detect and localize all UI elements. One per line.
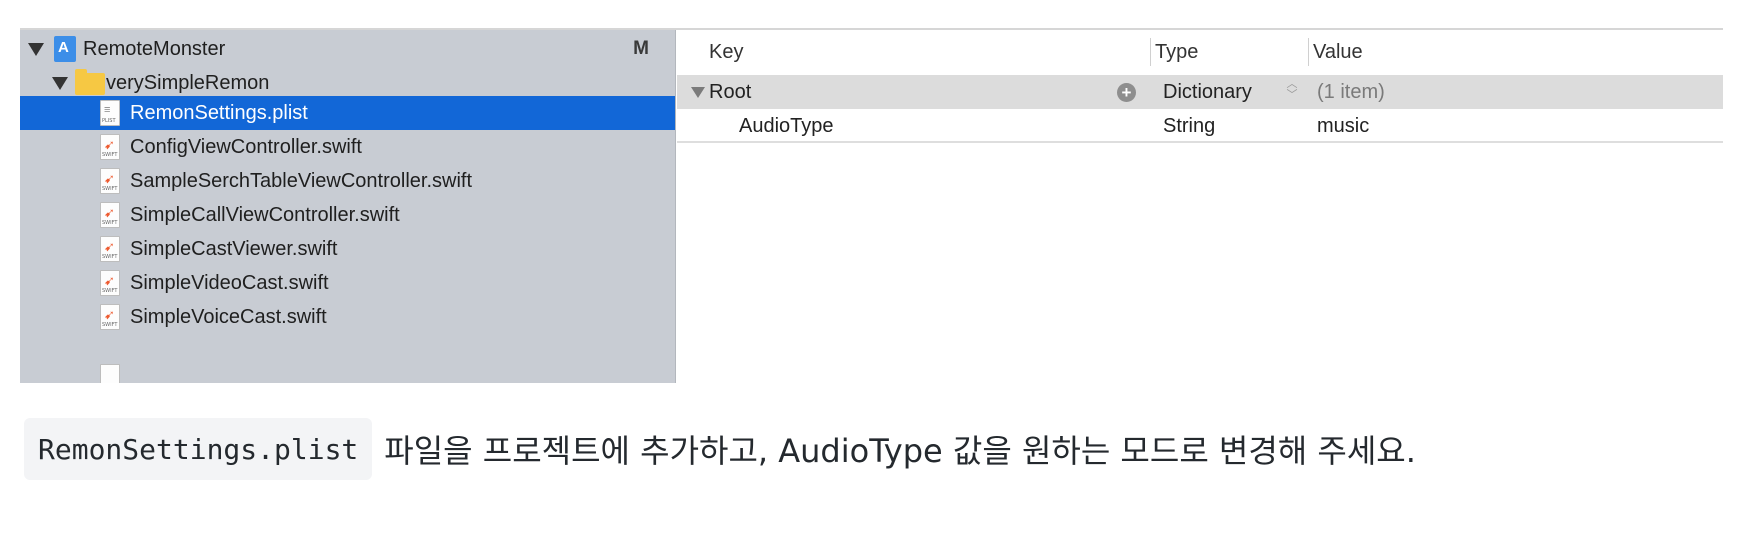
folder-label: verySimpleRemon xyxy=(106,71,270,94)
column-header-key[interactable]: Key xyxy=(709,30,743,74)
instruction-line: RemonSettings.plist 파일을 프로젝트에 추가하고, Audi… xyxy=(24,418,1416,480)
inline-code: RemonSettings.plist xyxy=(24,418,373,480)
entry-key[interactable]: AudioType xyxy=(739,109,834,143)
entry-value[interactable]: music xyxy=(1317,109,1369,143)
xcode-project-icon xyxy=(54,36,76,62)
root-key-cell[interactable]: Root xyxy=(691,75,751,109)
swift-file-icon: ➹ SWIFT xyxy=(100,236,120,262)
file-row-simplevideocast[interactable]: ➹ SWIFT SimpleVideoCast.swift xyxy=(20,266,675,300)
disclosure-triangle-icon[interactable] xyxy=(691,86,705,98)
plist-row-root[interactable]: Root + Dictionary ︿ ﹀ (1 item) xyxy=(677,75,1723,109)
swift-file-icon: ➹ SWIFT xyxy=(100,202,120,228)
disclosure-triangle-icon[interactable] xyxy=(52,77,68,90)
file-row-simplecallviewcontroller[interactable]: ➹ SWIFT SimpleCallViewController.swift xyxy=(20,198,675,232)
plist-editor[interactable]: Key Type Value Root + Dictionary ︿ ﹀ (1 i… xyxy=(677,30,1723,146)
file-label: SimpleCallViewController.swift xyxy=(130,203,400,226)
file-row-remonsettings-plist[interactable]: ≡ PLIST RemonSettings.plist xyxy=(20,96,675,130)
folder-icon xyxy=(75,69,105,95)
project-row[interactable]: RemoteMonster M xyxy=(20,30,675,68)
entry-type[interactable]: String xyxy=(1163,109,1215,143)
modified-badge: M xyxy=(633,38,649,59)
project-label: RemoteMonster xyxy=(83,37,226,60)
type-stepper-icon[interactable]: ︿ ﹀ xyxy=(1285,79,1299,105)
file-row-sampleserchtableviewcontroller[interactable]: ➹ SWIFT SampleSerchTableViewController.sw… xyxy=(20,164,675,198)
instruction-text: 파일을 프로젝트에 추가하고, AudioType 값을 원하는 모드로 변경해… xyxy=(384,432,1416,470)
project-navigator[interactable]: RemoteMonster M verySimpleRemon ≡PLIST R… xyxy=(20,30,676,383)
swift-file-icon: ➹ SWIFT xyxy=(100,168,120,194)
swift-file-icon: ➹ SWIFT xyxy=(100,134,120,160)
swift-file-icon: ➹ SWIFT xyxy=(100,304,120,330)
plist-row-audiotype[interactable]: AudioType String music xyxy=(677,109,1723,143)
column-divider[interactable] xyxy=(1150,38,1151,66)
file-label: SimpleVoiceCast.swift xyxy=(130,305,327,328)
column-header-value[interactable]: Value xyxy=(1313,30,1363,74)
file-label: SimpleCastViewer.swift xyxy=(130,237,338,260)
file-label: RemonSettings.plist xyxy=(130,101,308,124)
column-header-type[interactable]: Type xyxy=(1155,30,1198,74)
disclosure-triangle-icon[interactable] xyxy=(28,43,44,56)
add-item-icon[interactable]: + xyxy=(1117,83,1136,102)
file-row-partial[interactable] xyxy=(20,334,675,383)
root-key: Root xyxy=(709,80,752,103)
file-label: SampleSerchTableViewController.swift xyxy=(130,169,473,192)
swift-file-icon xyxy=(100,364,120,383)
root-type[interactable]: Dictionary xyxy=(1163,75,1252,109)
file-row-configviewcontroller[interactable]: ➹ SWIFT ConfigViewController.swift xyxy=(20,130,675,164)
file-label: ConfigViewController.swift xyxy=(130,135,362,158)
column-divider[interactable] xyxy=(1308,38,1309,66)
file-row-simplevoicecast[interactable]: ➹ SWIFT SimpleVoiceCast.swift xyxy=(20,300,675,334)
root-value: (1 item) xyxy=(1317,80,1385,103)
plist-file-icon: ≡ PLIST xyxy=(100,100,120,126)
file-row-simplecastviewer[interactable]: ➹ SWIFT SimpleCastViewer.swift xyxy=(20,232,675,266)
file-label: SimpleVideoCast.swift xyxy=(130,271,329,294)
swift-file-icon: ➹ SWIFT xyxy=(100,270,120,296)
